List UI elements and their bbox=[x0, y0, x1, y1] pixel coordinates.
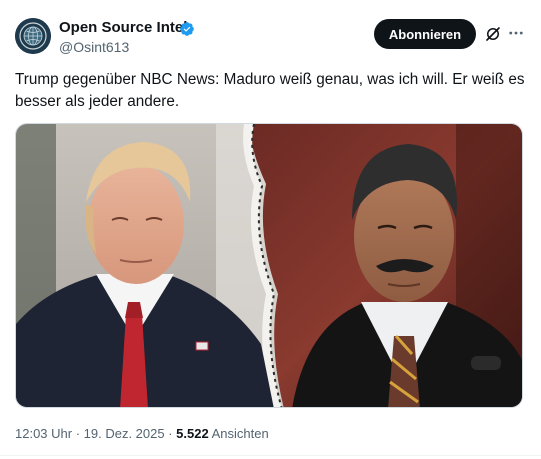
globe-seal-avatar-icon bbox=[15, 18, 51, 54]
views-label: Ansichten bbox=[211, 426, 269, 441]
grok-icon[interactable] bbox=[484, 25, 502, 43]
verified-badge-icon bbox=[180, 22, 194, 36]
author-display-name[interactable]: Open Source Intel bbox=[59, 19, 187, 36]
author-avatar[interactable] bbox=[15, 18, 51, 54]
two-portraits-photo bbox=[16, 124, 522, 407]
subscribe-button[interactable]: Abonnieren bbox=[374, 19, 476, 49]
more-options-icon[interactable] bbox=[507, 24, 525, 42]
author-handle[interactable]: @Osint613 bbox=[59, 39, 129, 55]
meta-separator: · bbox=[72, 426, 84, 441]
views-count: 5.522 bbox=[176, 426, 209, 441]
tweet-date[interactable]: 19. Dez. 2025 bbox=[84, 426, 165, 441]
tweet-text: Trump gegenüber NBC News: Maduro weiß ge… bbox=[15, 71, 525, 110]
meta-separator: · bbox=[164, 426, 177, 441]
tweet-media-image[interactable] bbox=[15, 123, 523, 408]
divider bbox=[0, 455, 541, 456]
tweet-card: Open Source Intel @Osint613 Abonnieren T… bbox=[0, 0, 541, 459]
tweet-meta: 12:03 Uhr · 19. Dez. 2025 · 5.522 Ansich… bbox=[15, 426, 269, 441]
tweet-time[interactable]: 12:03 Uhr bbox=[15, 426, 72, 441]
